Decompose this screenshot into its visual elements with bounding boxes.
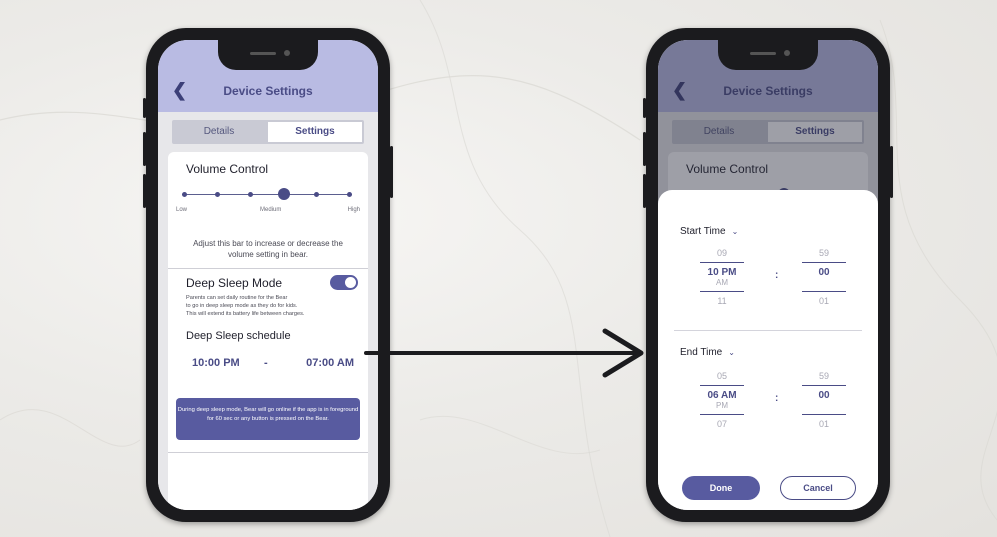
start-time-title: Start Time bbox=[680, 226, 726, 237]
start-hour-picker[interactable]: 09 10 PM AM 11 bbox=[692, 248, 752, 306]
divider bbox=[674, 330, 862, 331]
screen: ❮ Device Settings Details Settings Volum… bbox=[658, 40, 878, 510]
picker-option[interactable]: 59 bbox=[794, 371, 854, 381]
picker-selected[interactable]: 10 PM bbox=[692, 267, 752, 278]
phone-mute-switch bbox=[643, 98, 646, 118]
end-time-title: End Time bbox=[680, 347, 723, 358]
picker-selected[interactable]: 06 AM bbox=[692, 390, 752, 401]
time-colon: : bbox=[775, 270, 779, 281]
end-time-header[interactable]: End Time ⌄ bbox=[680, 347, 735, 358]
picker-option[interactable]: 09 bbox=[692, 248, 752, 258]
cancel-button[interactable]: Cancel bbox=[780, 476, 856, 500]
picker-option[interactable]: 05 bbox=[692, 371, 752, 381]
picker-selected[interactable]: 00 bbox=[794, 267, 854, 278]
time-colon: : bbox=[775, 393, 779, 404]
end-minute-picker[interactable]: 59 00 01 bbox=[794, 371, 854, 429]
picker-option[interactable]: 07 bbox=[692, 419, 752, 429]
end-hour-picker[interactable]: 05 06 AM PM 07 bbox=[692, 371, 752, 429]
phone-volume-up bbox=[643, 132, 646, 166]
chevron-down-icon: ⌄ bbox=[731, 227, 739, 236]
chevron-down-icon: ⌄ bbox=[728, 348, 735, 357]
picker-ampm-alt[interactable]: PM bbox=[692, 401, 752, 410]
picker-selected[interactable]: 00 bbox=[794, 390, 854, 401]
phone-power-button bbox=[890, 146, 893, 198]
start-time-header[interactable]: Start Time ⌄ bbox=[680, 226, 738, 237]
done-button[interactable]: Done bbox=[682, 476, 760, 500]
picker-option[interactable]: 01 bbox=[794, 296, 854, 306]
phone-right: ❮ Device Settings Details Settings Volum… bbox=[643, 28, 893, 522]
picker-option[interactable]: 59 bbox=[794, 248, 854, 258]
start-minute-picker[interactable]: 59 00 01 bbox=[794, 248, 854, 306]
phone-notch bbox=[718, 40, 818, 70]
picker-option[interactable]: 11 bbox=[692, 296, 752, 306]
time-picker-sheet: Start Time ⌄ 09 10 PM AM 11 : 59 00 01 E… bbox=[658, 190, 878, 510]
picker-ampm-alt[interactable]: AM bbox=[692, 278, 752, 287]
phone-notch bbox=[218, 40, 318, 70]
phone-volume-down bbox=[643, 174, 646, 208]
picker-option[interactable]: 01 bbox=[794, 419, 854, 429]
